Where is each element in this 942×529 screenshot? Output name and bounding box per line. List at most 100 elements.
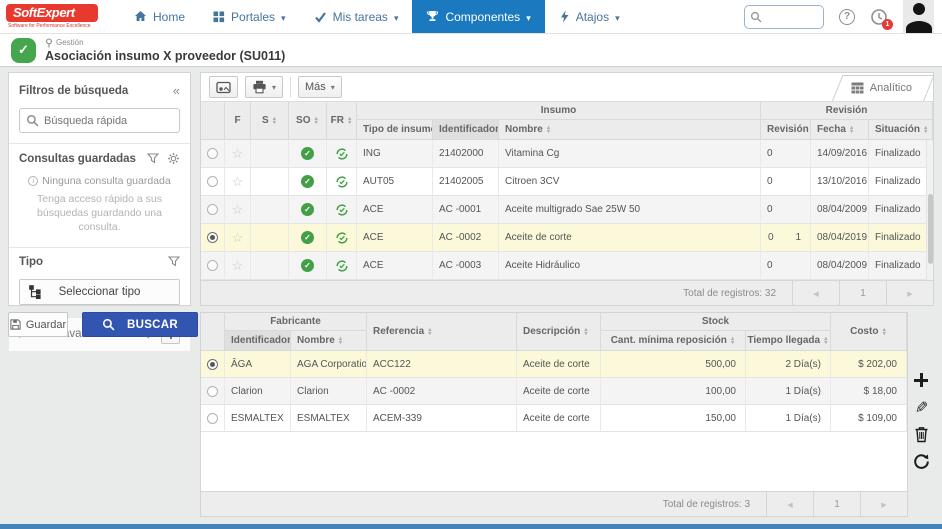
- radio-column-header: [201, 102, 225, 140]
- nav-componentes-label: Componentes: [445, 10, 520, 24]
- col-descripcion-header[interactable]: Descripción: [517, 313, 601, 351]
- global-search-box[interactable]: [744, 5, 824, 29]
- content-area: Filtros de búsqueda Consultas guardadas …: [0, 67, 942, 529]
- nav-componentes[interactable]: Componentes: [412, 0, 544, 33]
- results-toolbar: Más Analítico: [201, 73, 933, 102]
- table-row[interactable]: ESMALTEX ESMALTEX ACEM-339 Aceite de cor…: [201, 405, 907, 432]
- select-type-label: Seleccionar tipo: [20, 286, 179, 298]
- row-radio[interactable]: [207, 413, 218, 424]
- row-radio[interactable]: [207, 204, 218, 215]
- select-type-button[interactable]: Seleccionar tipo: [19, 279, 180, 305]
- clear-filter-icon[interactable]: [168, 256, 180, 268]
- collapse-sidebar-icon[interactable]: [173, 82, 180, 100]
- row-radio[interactable]: [207, 260, 218, 271]
- help-icon[interactable]: [839, 9, 855, 25]
- nav-portales[interactable]: Portales: [199, 0, 300, 33]
- current-page[interactable]: 1: [813, 492, 860, 516]
- sort-icon: [730, 337, 735, 345]
- edit-button[interactable]: [911, 397, 931, 417]
- sidebar-title: Filtros de búsqueda: [19, 85, 128, 97]
- row-radio[interactable]: [207, 176, 218, 187]
- insumo-group-header: Insumo: [357, 102, 761, 120]
- view-record-icon: [216, 81, 231, 94]
- fabricante-group-header: Fabricante: [225, 313, 367, 331]
- trash-icon: [914, 426, 929, 443]
- nav-atajos[interactable]: Atajos: [545, 0, 634, 33]
- saved-query-hint: Tenga acceso rápido a sus búsquedas guar…: [9, 189, 190, 247]
- tasks-check-icon: [314, 11, 327, 23]
- vertical-scrollbar[interactable]: [926, 140, 933, 280]
- table-row-selected[interactable]: ACE AC -0002 Aceite de corte 01 08/04/20…: [201, 224, 933, 252]
- table-row[interactable]: ACE AC -0001 Aceite multigrado Sae 25W 5…: [201, 196, 933, 224]
- certified-badge-icon: [301, 231, 314, 244]
- nav-mis-tareas[interactable]: Mis tareas: [300, 0, 413, 33]
- col-f-header[interactable]: F: [225, 102, 251, 140]
- col-nombre-header[interactable]: Nombre: [291, 331, 367, 351]
- col-tipo-header[interactable]: Tipo de insumo: [357, 120, 433, 140]
- refresh-button[interactable]: [911, 451, 931, 471]
- sort-icon: [823, 337, 828, 345]
- print-button[interactable]: [245, 76, 283, 98]
- table-row-selected[interactable]: ÂGA AGA Corporation ACC122 Aceite de cor…: [201, 351, 907, 378]
- next-page-button[interactable]: [860, 492, 907, 516]
- sidebar-buttons: Guardar BUSCAR: [8, 312, 198, 337]
- prev-page-button[interactable]: [766, 492, 813, 516]
- prev-page-button[interactable]: [792, 281, 839, 305]
- gear-icon[interactable]: [167, 152, 180, 165]
- favorite-star-icon[interactable]: [232, 146, 244, 162]
- print-dropdown-icon[interactable]: [272, 81, 276, 93]
- row-radio[interactable]: [207, 386, 218, 397]
- scrollbar-thumb[interactable]: [928, 194, 933, 264]
- component-activity-icon: [11, 38, 36, 63]
- current-page[interactable]: 1: [839, 281, 886, 305]
- table-row[interactable]: AUT05 21402005 Citroen 3CV 0 13/10/2016 …: [201, 168, 933, 196]
- global-search-input[interactable]: [766, 11, 818, 23]
- col-so-header[interactable]: SO: [289, 102, 327, 140]
- user-avatar[interactable]: [903, 0, 934, 33]
- navbar-right: 1: [744, 0, 934, 33]
- favorite-star-icon[interactable]: [232, 230, 244, 246]
- more-button-label: Más: [305, 81, 326, 93]
- quick-search-input[interactable]: [44, 115, 173, 127]
- col-s-header[interactable]: S: [251, 102, 289, 140]
- col-identificador-header[interactable]: Identificador: [433, 120, 499, 140]
- clear-filter-icon[interactable]: [147, 153, 159, 165]
- favorite-star-icon[interactable]: [232, 258, 244, 274]
- col-fr-header[interactable]: FR: [327, 102, 357, 140]
- table-row[interactable]: ING 21402000 Vitamina Cg 0 14/09/2016 Fi…: [201, 140, 933, 168]
- nav-home-label: Home: [153, 10, 185, 24]
- col-nombre-header[interactable]: Nombre: [499, 120, 761, 140]
- col-revision-header[interactable]: Revisión: [761, 120, 811, 140]
- col-identificador-header[interactable]: Identificador: [225, 331, 291, 351]
- view-record-button[interactable]: [209, 76, 238, 98]
- certified-badge-icon: [301, 203, 314, 216]
- delete-button[interactable]: [911, 424, 931, 444]
- row-radio-checked[interactable]: [207, 232, 218, 243]
- col-tiempo-llegada-header[interactable]: Tiempo llegada: [746, 331, 831, 351]
- table-row[interactable]: Clarion Clarion AC -0002 Aceite de corte…: [201, 378, 907, 405]
- col-cant-minima-header[interactable]: Cant. mínima reposición: [601, 331, 746, 351]
- softexpert-logo[interactable]: SoftExpert Software for Performance Exce…: [6, 0, 106, 33]
- nav-home[interactable]: Home: [120, 0, 199, 33]
- col-fecha-header[interactable]: Fecha: [811, 120, 869, 140]
- quick-search-box[interactable]: [19, 108, 180, 133]
- table-empty-space: [201, 432, 907, 491]
- search-submit-button[interactable]: BUSCAR: [82, 312, 198, 337]
- table-row[interactable]: ACE AC -0003 Aceite Hidráulico 0 08/04/2…: [201, 252, 933, 280]
- col-costo-header[interactable]: Costo: [831, 313, 907, 351]
- favorite-star-icon[interactable]: [232, 202, 244, 218]
- add-button[interactable]: [911, 370, 931, 390]
- row-radio[interactable]: [207, 148, 218, 159]
- save-button[interactable]: Guardar: [8, 312, 68, 337]
- col-situacion-header[interactable]: Situación: [869, 120, 933, 140]
- col-referencia-header[interactable]: Referencia: [367, 313, 517, 351]
- notifications-button[interactable]: 1: [870, 8, 888, 26]
- more-button[interactable]: Más: [298, 76, 342, 98]
- next-page-button[interactable]: [886, 281, 933, 305]
- favorite-star-icon[interactable]: [232, 174, 244, 190]
- tab-analitico[interactable]: Analítico: [841, 75, 924, 101]
- no-saved-query-message: Ninguna consulta guardada: [9, 171, 190, 189]
- row-radio-checked[interactable]: [207, 359, 218, 370]
- sort-icon: [546, 126, 551, 134]
- nav-portales-label: Portales: [231, 10, 275, 24]
